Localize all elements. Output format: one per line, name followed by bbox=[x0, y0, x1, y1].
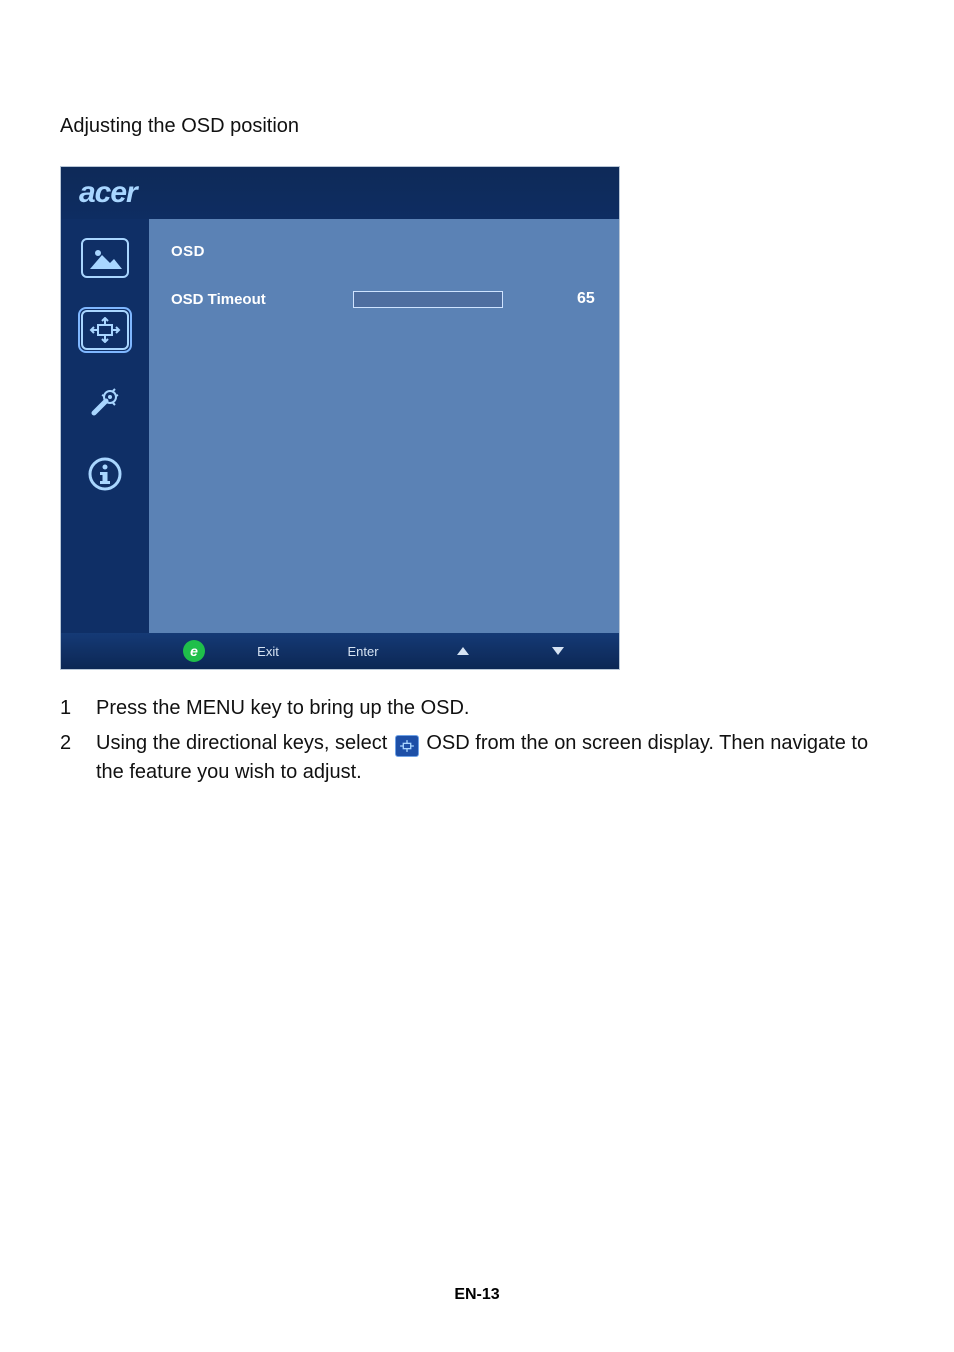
sidebar-item-settings[interactable] bbox=[80, 381, 130, 423]
osd-row-label: OSD Timeout bbox=[171, 291, 331, 308]
sidebar-item-osd[interactable] bbox=[80, 309, 130, 351]
info-icon bbox=[81, 454, 129, 494]
instruction-2: 2 Using the directional keys, select OSD… bbox=[60, 729, 894, 787]
page-number: EN-13 bbox=[0, 1286, 954, 1304]
picture-icon bbox=[81, 238, 129, 278]
e-mode-button[interactable]: e bbox=[149, 640, 223, 662]
up-arrow-icon bbox=[456, 646, 470, 656]
osd-bottombar: e Exit Enter bbox=[61, 633, 619, 669]
instruction-1: 1 Press the MENU key to bring up the OSD… bbox=[60, 694, 894, 723]
osd-timeout-slider[interactable] bbox=[353, 291, 503, 308]
down-arrow-icon bbox=[551, 646, 565, 656]
page-heading: Adjusting the OSD position bbox=[60, 115, 894, 138]
down-button[interactable] bbox=[513, 646, 603, 656]
instruction-text: Press the MENU key to bring up the OSD. bbox=[96, 694, 470, 723]
osd-topbar: acer bbox=[61, 167, 619, 219]
sidebar-item-picture[interactable] bbox=[80, 237, 130, 279]
osd-section-title: OSD bbox=[171, 243, 597, 260]
osd-sidebar bbox=[61, 219, 149, 633]
brand-logo: acer bbox=[79, 176, 137, 210]
exit-button[interactable]: Exit bbox=[223, 644, 313, 659]
list-number: 2 bbox=[60, 729, 78, 787]
osd-main: OSD OSD Timeout 65 bbox=[149, 219, 619, 633]
instructions-list: 1 Press the MENU key to bring up the OSD… bbox=[60, 694, 894, 787]
osd-inline-icon bbox=[395, 735, 419, 757]
sidebar-item-info[interactable] bbox=[80, 453, 130, 495]
settings-icon bbox=[81, 382, 129, 422]
osd-setting-row[interactable]: OSD Timeout 65 bbox=[171, 290, 597, 308]
list-number: 1 bbox=[60, 694, 78, 723]
osd-panel: acer bbox=[60, 166, 620, 670]
osd-icon bbox=[81, 310, 129, 350]
enter-button[interactable]: Enter bbox=[313, 644, 413, 659]
osd-body: OSD OSD Timeout 65 bbox=[61, 219, 619, 633]
up-button[interactable] bbox=[413, 646, 513, 656]
instruction-text: Using the directional keys, select OSD f… bbox=[96, 729, 894, 787]
osd-row-value: 65 bbox=[577, 290, 595, 308]
e-icon: e bbox=[183, 640, 205, 662]
